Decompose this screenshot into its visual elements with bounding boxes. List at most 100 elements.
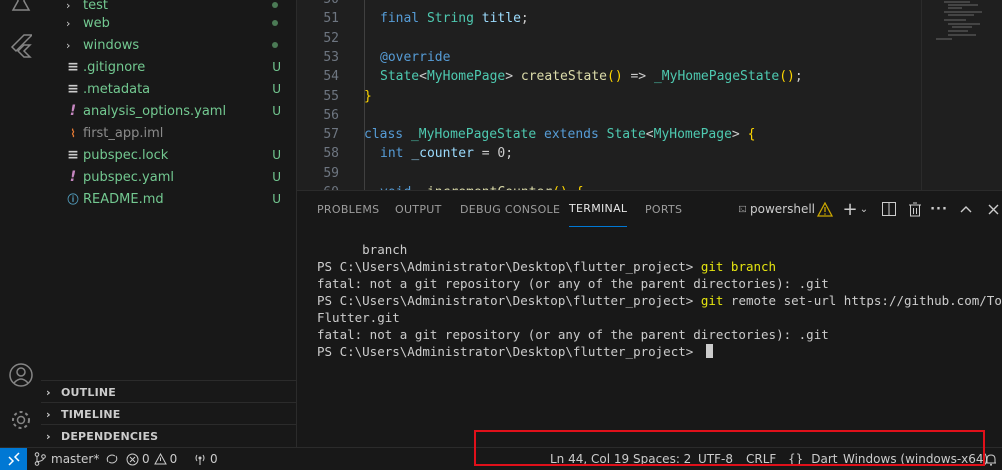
line-number: 51	[323, 11, 339, 27]
terminal-line: PS C:\Users\Administrator\Desktop\flutte…	[317, 343, 997, 360]
new-terminal-plus-icon[interactable]: +	[842, 199, 858, 220]
code-editor[interactable]: 50 51 final String title; 52 53 @override 54 St…	[297, 0, 1002, 190]
file-name: windows	[83, 37, 140, 53]
settings-gear-icon[interactable]	[0, 408, 41, 432]
chevron-down-icon[interactable]: ⌄	[858, 200, 870, 218]
highlight-annotation-box	[474, 430, 985, 466]
code-text: State<MyHomePage> createState() => _MyHo…	[380, 69, 803, 85]
activity-bar	[0, 0, 42, 447]
maximize-panel-chevron-up-icon[interactable]	[958, 200, 974, 218]
rss-icon: ⌇	[70, 126, 76, 140]
chevron-right-icon: ›	[46, 407, 51, 421]
account-icon[interactable]	[0, 362, 41, 388]
line-number: 53	[323, 49, 339, 65]
code-line[interactable]: 50	[297, 0, 937, 9]
tab-terminal[interactable]: TERMINAL	[569, 191, 628, 227]
file-name: README.md	[83, 191, 164, 207]
chevron-right-icon: ›	[46, 385, 51, 399]
line-number: 60	[297, 183, 339, 190]
file-name: pubspec.lock	[83, 147, 169, 163]
tab-output[interactable]: OUTPUT	[395, 191, 442, 227]
line-number: 52	[323, 30, 339, 46]
terminal-command: git branch	[700, 259, 777, 274]
code-line[interactable]: 53 @override	[297, 48, 937, 67]
test-beaker-icon[interactable]	[0, 0, 41, 12]
warning-icon[interactable]	[816, 200, 834, 218]
lines-icon: ≡	[67, 81, 79, 97]
code-line[interactable]: 52	[297, 29, 937, 48]
terminal-line: fatal: not a git repository (or any of t…	[317, 276, 829, 291]
file-tree-item[interactable]: ⓘ README.md U	[41, 188, 296, 210]
problems-status[interactable]: 0 0	[126, 448, 177, 470]
trash-icon[interactable]	[907, 200, 923, 218]
tab-problems[interactable]: PROBLEMS	[317, 191, 379, 227]
notifications-bell-icon[interactable]	[985, 448, 997, 470]
shell-name: powershell	[750, 202, 815, 216]
tab-debug-console[interactable]: DEBUG CONSOLE	[460, 191, 560, 227]
warning-count: 0	[169, 452, 178, 466]
chevron-right-icon: ›	[66, 38, 71, 52]
dependencies-section[interactable]: › DEPENDENCIES	[41, 424, 296, 447]
file-tree-item[interactable]: ≡ .metadata U	[41, 78, 296, 100]
file-name: .metadata	[83, 81, 151, 97]
code-line[interactable]: 51 final String title;	[297, 9, 937, 28]
split-terminal-icon[interactable]	[881, 200, 897, 218]
line-number: 55	[323, 88, 339, 104]
tab-ports[interactable]: PORTS	[645, 191, 682, 227]
ports-count: 0	[210, 452, 218, 466]
explorer-panel: › test › web › windows ≡ .gitignore U ≡ .metadata U…	[41, 0, 297, 447]
file-name: web	[83, 15, 110, 31]
terminal-shell-selector[interactable]: powershell	[739, 200, 815, 218]
remote-indicator[interactable]	[0, 448, 27, 470]
file-tree-item[interactable]: ! analysis_options.yaml U	[41, 100, 296, 122]
file-name: analysis_options.yaml	[83, 103, 227, 119]
terminal-command: git	[700, 293, 724, 308]
file-tree-item[interactable]: › windows	[41, 34, 296, 56]
error-icon	[126, 453, 139, 465]
terminal-cursor	[705, 344, 713, 358]
code-line[interactable]: 57 class _MyHomePageState extends State<M…	[297, 125, 937, 144]
outline-section[interactable]: › OUTLINE	[41, 380, 296, 403]
code-line[interactable]: 55}	[297, 87, 937, 106]
minimap[interactable]	[921, 0, 1002, 190]
line-number: 58	[323, 146, 339, 162]
code-line[interactable]: 58 int _counter = 0;	[297, 144, 937, 163]
code-line[interactable]: 60 void _incrementCounter() {	[297, 183, 937, 190]
chevron-right-icon: ›	[46, 429, 51, 443]
file-tree-item[interactable]: ≡ pubspec.lock U	[41, 144, 296, 166]
file-tree-item[interactable]: ! pubspec.yaml U	[41, 166, 296, 188]
file-tree-item[interactable]: ≡ .gitignore U	[41, 56, 296, 78]
sync-icon	[107, 454, 118, 464]
git-branch-status[interactable]: master*	[34, 448, 119, 470]
terminal-line: Flutter.git	[317, 310, 400, 325]
file-tree-item[interactable]: ⌇ first_app.iml	[41, 122, 296, 144]
code-line[interactable]: 56	[297, 106, 937, 125]
terminal-line: PS C:\Users\Administrator\Desktop\flutte…	[317, 293, 1002, 308]
flutter-icon[interactable]	[0, 34, 41, 58]
file-name: .gitignore	[83, 59, 146, 75]
line-number: 54	[323, 69, 339, 85]
modified-dot-icon	[272, 2, 278, 8]
more-actions-icon[interactable]: ···	[930, 200, 947, 218]
close-panel-icon[interactable]	[985, 200, 1001, 218]
bottom-panel: PROBLEMS OUTPUT DEBUG CONSOLE TERMINAL P…	[297, 190, 1002, 448]
file-tree-item[interactable]: › web	[41, 12, 296, 34]
code-line[interactable]: 54 State<MyHomePage> createState() => _My…	[297, 67, 937, 86]
terminal-icon	[739, 205, 746, 213]
info-icon: ⓘ	[67, 193, 79, 206]
section-label: OUTLINE	[61, 385, 117, 399]
branch-name: master*	[51, 452, 100, 466]
code-text: @override	[380, 49, 451, 65]
ports-status[interactable]: 0	[193, 448, 218, 470]
timeline-section[interactable]: › TIMELINE	[41, 402, 296, 425]
line-number: 57	[323, 127, 339, 143]
error-count: 0	[142, 452, 150, 466]
file-name: pubspec.yaml	[83, 169, 174, 185]
git-status-badge: U	[272, 170, 281, 184]
code-line[interactable]: 59	[297, 164, 937, 183]
terminal-output[interactable]: branch PS C:\Users\Administrator\Desktop\…	[317, 241, 1002, 360]
line-number: 50	[297, 0, 339, 9]
broadcast-icon	[195, 454, 205, 465]
git-status-badge: U	[272, 82, 281, 96]
warning-icon	[153, 453, 167, 465]
